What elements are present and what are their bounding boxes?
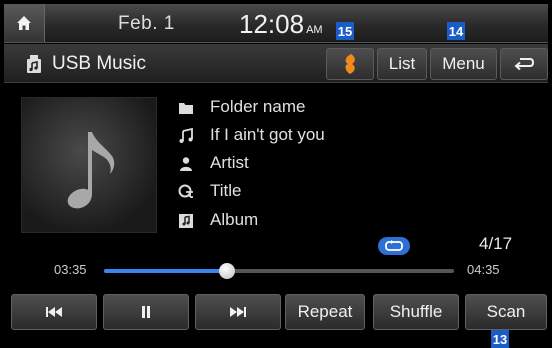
- home-button[interactable]: [4, 4, 45, 42]
- callout-15: 15: [336, 22, 354, 40]
- progress-thumb[interactable]: [218, 263, 235, 279]
- source-title: USB Music: [52, 53, 146, 74]
- repeat-indicator: [378, 237, 410, 255]
- back-button[interactable]: [500, 48, 548, 80]
- pause-icon: [142, 306, 150, 318]
- previous-icon: [46, 307, 62, 317]
- album-art: [21, 97, 157, 233]
- music-note-icon: [67, 132, 115, 209]
- title-icon: [178, 184, 193, 198]
- clock-display: 12:08 AM: [239, 9, 323, 40]
- list-button[interactable]: List: [377, 48, 427, 80]
- repeat-button[interactable]: Repeat: [285, 294, 365, 330]
- track-count: 4/17: [479, 234, 513, 253]
- status-bar: Feb. 1 12:08 AM: [4, 4, 548, 43]
- clock-time: 12:08: [239, 9, 305, 39]
- folder-icon: [179, 103, 193, 114]
- scan-button[interactable]: Scan: [465, 294, 547, 330]
- date-display: Feb. 1: [118, 13, 175, 34]
- callout-14: 14: [447, 22, 465, 40]
- artist-icon: [180, 157, 192, 171]
- repeat-icon: [385, 240, 403, 251]
- progress-fill: [104, 269, 227, 273]
- sound-effect-icon: [345, 54, 355, 74]
- progress-bar[interactable]: [104, 263, 454, 279]
- artist-name: Artist: [210, 153, 249, 172]
- album-name: Album: [210, 210, 259, 229]
- elapsed-time: 03:35: [54, 262, 87, 277]
- song-icon: [179, 128, 193, 143]
- previous-button[interactable]: [11, 294, 97, 330]
- title-name: Title: [210, 181, 242, 200]
- pause-button[interactable]: [103, 294, 189, 330]
- folder-name: Folder name: [210, 97, 306, 116]
- next-icon: [230, 307, 246, 317]
- song-name: If I ain't got you: [210, 125, 325, 144]
- callout-13: 13: [491, 330, 509, 348]
- menu-button[interactable]: Menu: [430, 48, 497, 80]
- header-bar: USB Music List Menu: [4, 44, 548, 83]
- album-icon: [179, 214, 193, 228]
- sound-effect-button[interactable]: [326, 48, 374, 80]
- usb-music-icon: [27, 55, 41, 73]
- clock-ampm: AM: [306, 24, 323, 36]
- back-icon: [514, 58, 534, 71]
- shuffle-button[interactable]: Shuffle: [373, 294, 459, 330]
- total-time: 04:35: [467, 262, 500, 277]
- next-button[interactable]: [195, 294, 281, 330]
- home-icon: [17, 16, 31, 30]
